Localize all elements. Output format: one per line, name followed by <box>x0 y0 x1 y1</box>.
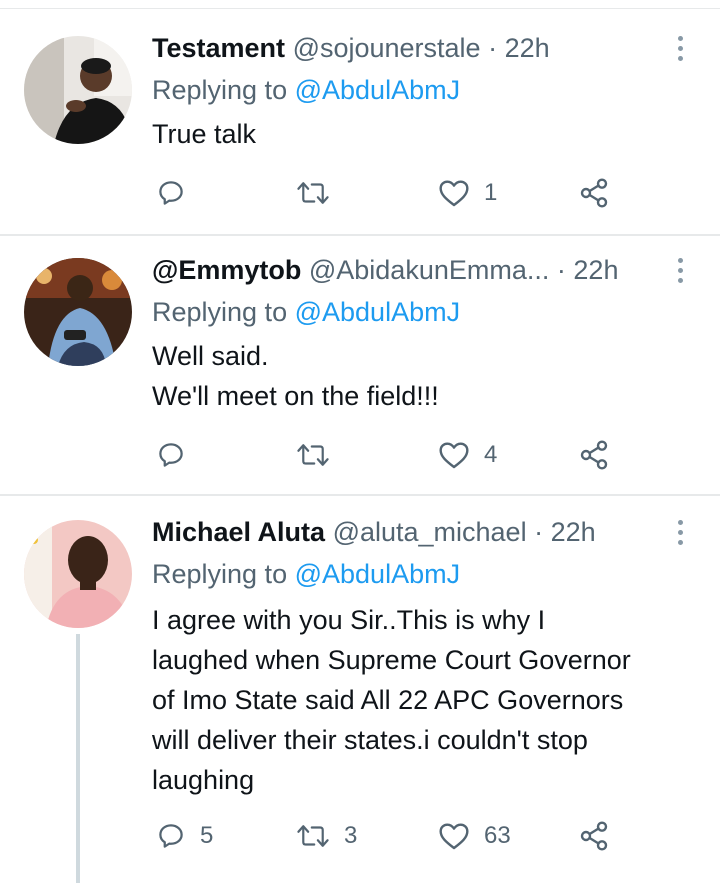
more-icon[interactable] <box>666 32 694 64</box>
tweet-header: Testament @sojounerstale · 22h <box>152 32 550 64</box>
tweet[interactable]: @Emmytob @AbidakunEmma... · 22h Replying… <box>0 236 720 494</box>
replying-label: Replying to <box>152 297 288 327</box>
reply-button[interactable] <box>156 435 200 475</box>
retweet-button[interactable] <box>296 173 344 213</box>
like-button[interactable]: 1 <box>438 173 497 213</box>
mention-link[interactable]: @AbdulAbmJ <box>295 75 460 105</box>
thread-line <box>76 634 80 883</box>
timestamp[interactable]: 22h <box>505 33 550 63</box>
share-icon <box>580 178 608 208</box>
tweet-text-line: We'll meet on the field!!! <box>152 381 439 411</box>
retweet-button[interactable]: 3 <box>296 816 357 856</box>
tweet-text-line: laughing <box>152 765 255 795</box>
share-button[interactable] <box>578 816 610 856</box>
tweet-text-line: will deliver their states.i couldn't sto… <box>152 725 588 755</box>
reply-button[interactable]: 5 <box>156 816 213 856</box>
timestamp[interactable]: 22h <box>551 517 596 547</box>
retweet-icon <box>297 182 329 204</box>
action-bar: 4 <box>152 435 652 475</box>
reply-icon <box>159 443 183 467</box>
more-icon[interactable] <box>666 254 694 286</box>
tweet-header: Michael Aluta @aluta_michael · 22h <box>152 516 596 548</box>
retweet-count: 3 <box>344 822 358 849</box>
tweet-text-line: laughed when Supreme Court Governor <box>152 645 631 675</box>
replying-to: Replying to @AbdulAbmJ <box>152 558 460 590</box>
avatar[interactable] <box>24 36 132 144</box>
tweet-text-line: Well said. <box>152 341 269 371</box>
share-button[interactable] <box>578 435 610 475</box>
like-count: 4 <box>484 441 498 468</box>
tweet-text-line: of Imo State said All 22 APC Governors <box>152 685 624 715</box>
replying-to: Replying to @AbdulAbmJ <box>152 74 460 106</box>
display-name[interactable]: Testament <box>152 33 285 63</box>
like-button[interactable]: 4 <box>438 435 497 475</box>
avatar[interactable] <box>24 520 132 628</box>
mention-link[interactable]: @AbdulAbmJ <box>295 559 460 589</box>
tweet-text-line: I agree with you Sir..This is why I <box>152 605 546 635</box>
reply-icon <box>159 824 183 848</box>
tweet-text-line: True talk <box>152 119 257 149</box>
replying-label: Replying to <box>152 75 288 105</box>
reply-icon <box>159 181 183 205</box>
user-handle[interactable]: @sojounerstale <box>293 33 481 63</box>
timestamp[interactable]: 22h <box>573 255 618 285</box>
retweet-icon <box>297 825 329 847</box>
like-icon <box>439 823 469 850</box>
user-handle[interactable]: @aluta_michael <box>333 517 527 547</box>
like-count: 1 <box>484 179 498 206</box>
like-icon <box>439 180 469 207</box>
display-name[interactable]: Michael Aluta <box>152 517 325 547</box>
share-button[interactable] <box>578 173 610 213</box>
tweet[interactable]: Michael Aluta @aluta_michael · 22h Reply… <box>0 496 720 883</box>
avatar[interactable] <box>24 258 132 366</box>
tweet-text: Well said. We'll meet on the field!!! <box>152 336 712 416</box>
separator: · <box>534 517 544 547</box>
reply-count: 5 <box>200 822 214 849</box>
tweet-text: True talk <box>152 114 712 154</box>
display-name[interactable]: @Emmytob <box>152 255 301 285</box>
like-icon <box>439 442 469 469</box>
mention-link[interactable]: @AbdulAbmJ <box>295 297 460 327</box>
separator: · <box>488 33 498 63</box>
retweet-button[interactable] <box>296 435 344 475</box>
like-count: 63 <box>484 822 511 849</box>
tweet-header: @Emmytob @AbidakunEmma... · 22h <box>152 254 618 286</box>
separator: · <box>556 255 566 285</box>
retweet-icon <box>297 444 329 466</box>
share-icon <box>580 821 608 851</box>
action-bar: 1 <box>152 173 652 213</box>
action-bar: 5 3 63 <box>152 816 652 856</box>
replying-to: Replying to @AbdulAbmJ <box>152 296 460 328</box>
like-button[interactable]: 63 <box>438 816 511 856</box>
more-icon[interactable] <box>666 516 694 548</box>
share-icon <box>580 440 608 470</box>
tweet-text: I agree with you Sir..This is why I laug… <box>152 600 712 800</box>
tweet[interactable]: Testament @sojounerstale · 22h Replying … <box>0 0 720 234</box>
replying-label: Replying to <box>152 559 288 589</box>
user-handle[interactable]: @AbidakunEmma... <box>309 255 550 285</box>
reply-button[interactable] <box>156 173 200 213</box>
